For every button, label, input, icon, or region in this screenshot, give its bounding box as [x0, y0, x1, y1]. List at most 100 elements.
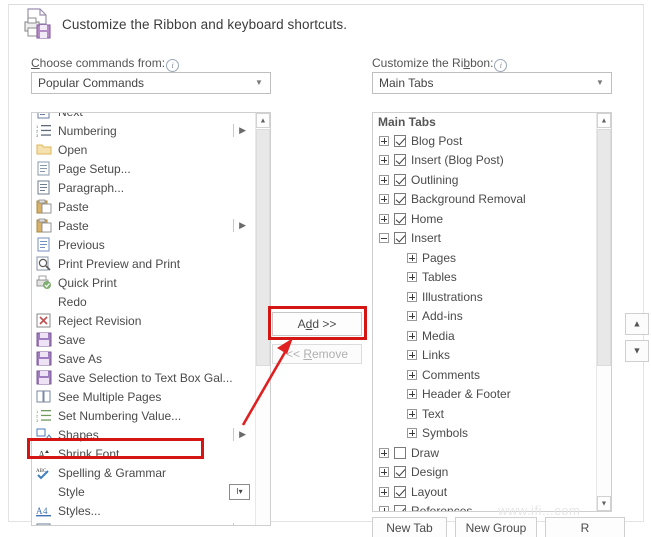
ribbon-tree-item[interactable]: Tables: [373, 268, 597, 288]
ribbon-tab-checkbox[interactable]: [394, 447, 406, 459]
expand-plus-icon[interactable]: [407, 272, 417, 282]
move-up-button[interactable]: ▲: [625, 313, 649, 335]
tree-scroll-thumb[interactable]: [597, 129, 611, 366]
expand-plus-icon[interactable]: [407, 311, 417, 321]
ribbon-tab-checkbox[interactable]: [394, 154, 406, 166]
ribbon-tree-item[interactable]: Comments: [373, 365, 597, 385]
expand-plus-icon[interactable]: [379, 136, 389, 146]
command-list-item[interactable]: Previous: [32, 235, 256, 254]
command-list-item[interactable]: 123Numbering▶: [32, 121, 256, 140]
ribbon-tree-item[interactable]: Symbols: [373, 424, 597, 444]
ribbon-tab-checkbox[interactable]: [394, 486, 406, 498]
command-list-item[interactable]: Shapes▶: [32, 425, 256, 444]
ribbon-tab-checkbox[interactable]: [394, 213, 406, 225]
ribbon-tree-item[interactable]: Pages: [373, 248, 597, 268]
expand-plus-icon[interactable]: [407, 370, 417, 380]
ribbon-tree-item[interactable]: Links: [373, 346, 597, 366]
ribbon-tree-item[interactable]: Media: [373, 326, 597, 346]
command-list-item[interactable]: Redo: [32, 292, 256, 311]
commands-scroll-thumb[interactable]: [256, 129, 270, 366]
submenu-arrow-icon[interactable]: ▶: [239, 126, 246, 135]
ribbon-tree-scrollbar[interactable]: ▲ ▼: [596, 113, 611, 511]
ribbon-tree-listbox[interactable]: Main Tabs Blog PostInsert (Blog Post)Out…: [372, 112, 612, 512]
ribbon-tree-item[interactable]: Design: [373, 463, 597, 483]
command-list-item[interactable]: AText Box▶: [32, 520, 256, 525]
info-icon[interactable]: i: [494, 59, 507, 72]
ribbon-tab-checkbox[interactable]: [394, 135, 406, 147]
choose-commands-from-combo[interactable]: Popular Commands ▼: [31, 72, 271, 94]
command-list-item[interactable]: Save Selection to Text Box Gal...: [32, 368, 256, 387]
add-button[interactable]: Add >>: [272, 312, 362, 336]
commands-scrollbar[interactable]: ▲: [255, 113, 270, 525]
command-list-item[interactable]: Open: [32, 140, 256, 159]
command-list-item[interactable]: A4Styles...: [32, 501, 256, 520]
rename-button[interactable]: R: [545, 517, 625, 537]
ribbon-tree-item[interactable]: Add-ins: [373, 307, 597, 327]
ribbon-tree[interactable]: Blog PostInsert (Blog Post)OutliningBack…: [373, 131, 597, 511]
tree-scroll-up-button[interactable]: ▲: [597, 113, 611, 128]
command-list-item[interactable]: Save As: [32, 349, 256, 368]
ribbon-tree-item[interactable]: Blog Post: [373, 131, 597, 151]
expand-plus-icon[interactable]: [407, 331, 417, 341]
expand-plus-icon[interactable]: [407, 350, 417, 360]
expand-plus-icon[interactable]: [379, 487, 389, 497]
ribbon-tree-item[interactable]: Layout: [373, 482, 597, 502]
page-setup-icon: [36, 161, 53, 177]
ribbon-tree-item[interactable]: Outlining: [373, 170, 597, 190]
ribbon-tab-checkbox[interactable]: [394, 232, 406, 244]
commands-listbox[interactable]: Next123Numbering▶OpenPage Setup...Paragr…: [31, 112, 271, 526]
expand-plus-icon[interactable]: [379, 467, 389, 477]
ribbon-tree-item[interactable]: Illustrations: [373, 287, 597, 307]
command-list-item[interactable]: Next: [32, 113, 256, 121]
ribbon-tree-item[interactable]: Insert (Blog Post): [373, 151, 597, 171]
info-icon[interactable]: i: [166, 59, 179, 72]
expand-plus-icon[interactable]: [407, 389, 417, 399]
ribbon-tab-checkbox[interactable]: [394, 193, 406, 205]
ribbon-tree-item[interactable]: Background Removal: [373, 190, 597, 210]
expand-plus-icon[interactable]: [379, 194, 389, 204]
customize-ribbon-combo[interactable]: Main Tabs ▼: [372, 72, 612, 94]
command-list-item[interactable]: AShrink Font: [32, 444, 256, 463]
command-list-item[interactable]: Reject Revision: [32, 311, 256, 330]
command-list-item[interactable]: Paragraph...: [32, 178, 256, 197]
command-list-item[interactable]: Paste▶: [32, 216, 256, 235]
expand-plus-icon[interactable]: [379, 448, 389, 458]
ribbon-tab-checkbox[interactable]: [394, 174, 406, 186]
expand-plus-icon[interactable]: [379, 214, 389, 224]
expand-plus-icon[interactable]: [407, 292, 417, 302]
command-list-item[interactable]: ABCSpelling & Grammar: [32, 463, 256, 482]
scroll-up-button[interactable]: ▲: [256, 113, 270, 128]
ribbon-tree-item-label: Draw: [411, 446, 439, 460]
expand-plus-icon[interactable]: [379, 155, 389, 165]
command-list-item[interactable]: See Multiple Pages: [32, 387, 256, 406]
ribbon-tab-checkbox[interactable]: [394, 505, 406, 511]
expand-plus-icon[interactable]: [379, 506, 389, 511]
new-tab-button[interactable]: New Tab: [372, 517, 447, 537]
command-list-item[interactable]: Page Setup...: [32, 159, 256, 178]
expand-plus-icon[interactable]: [407, 428, 417, 438]
expand-plus-icon[interactable]: [407, 253, 417, 263]
move-down-button[interactable]: ▼: [625, 340, 649, 362]
new-group-button[interactable]: New Group: [455, 517, 537, 537]
command-list-item[interactable]: Print Preview and Print: [32, 254, 256, 273]
ribbon-tree-item[interactable]: Text: [373, 404, 597, 424]
ribbon-tab-checkbox[interactable]: [394, 466, 406, 478]
remove-button[interactable]: << Remove: [272, 344, 362, 364]
expand-plus-icon[interactable]: [379, 175, 389, 185]
command-list-item[interactable]: Paste: [32, 197, 256, 216]
ribbon-tree-item[interactable]: Header & Footer: [373, 385, 597, 405]
ribbon-tree-item[interactable]: Insert: [373, 229, 597, 249]
submenu-arrow-icon[interactable]: ▶: [239, 221, 246, 230]
style-combo-widget[interactable]: I▾: [229, 484, 250, 500]
submenu-arrow-icon[interactable]: ▶: [239, 430, 246, 439]
command-list-item[interactable]: Quick Print: [32, 273, 256, 292]
expand-plus-icon[interactable]: [407, 409, 417, 419]
command-list-item[interactable]: Save: [32, 330, 256, 349]
ribbon-tree-item[interactable]: Draw: [373, 443, 597, 463]
commands-list[interactable]: Next123Numbering▶OpenPage Setup...Paragr…: [32, 113, 256, 525]
command-list-item[interactable]: 123Set Numbering Value...: [32, 406, 256, 425]
command-list-item[interactable]: StyleI▾: [32, 482, 256, 501]
ribbon-tree-item[interactable]: Home: [373, 209, 597, 229]
tree-scroll-down-button[interactable]: ▼: [597, 496, 611, 511]
collapse-minus-icon[interactable]: [379, 233, 389, 243]
